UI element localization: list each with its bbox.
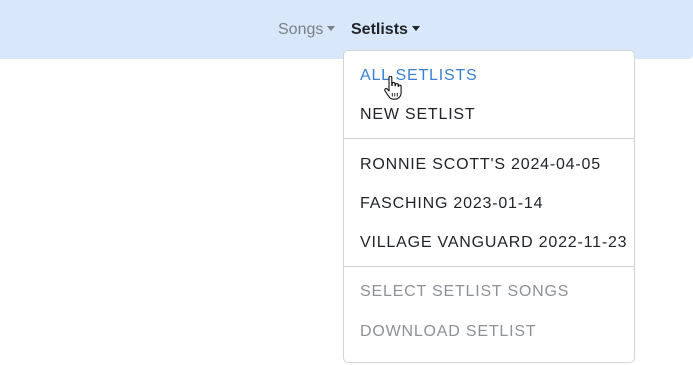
caret-down-icon: [411, 26, 420, 31]
nav-setlists-dropdown[interactable]: Setlists: [351, 20, 420, 40]
menu-item-all-setlists[interactable]: ALL SETLISTS: [360, 66, 478, 86]
menu-item-download-setlist: DOWNLOAD SETLIST: [360, 323, 537, 340]
menu-item-setlist[interactable]: RONNIE SCOTT'S 2024-04-05: [360, 155, 601, 175]
nav-songs-label: Songs: [278, 21, 324, 38]
menu-item-setlist[interactable]: VILLAGE VANGUARD 2022-11-23: [360, 233, 627, 253]
caret-down-icon: [327, 26, 336, 31]
nav-songs-dropdown[interactable]: Songs: [278, 20, 336, 40]
menu-item-new-setlist[interactable]: NEW SETLIST: [360, 105, 475, 125]
setlists-dropdown-menu: ALL SETLISTS NEW SETLIST RONNIE SCOTT'S …: [343, 50, 635, 363]
nav-setlists-label: Setlists: [351, 21, 408, 38]
menu-divider: [344, 266, 634, 267]
menu-divider: [344, 138, 634, 139]
menu-item-select-setlist-songs: SELECT SETLIST SONGS: [360, 283, 570, 300]
menu-item-setlist[interactable]: FASCHING 2023-01-14: [360, 194, 543, 214]
